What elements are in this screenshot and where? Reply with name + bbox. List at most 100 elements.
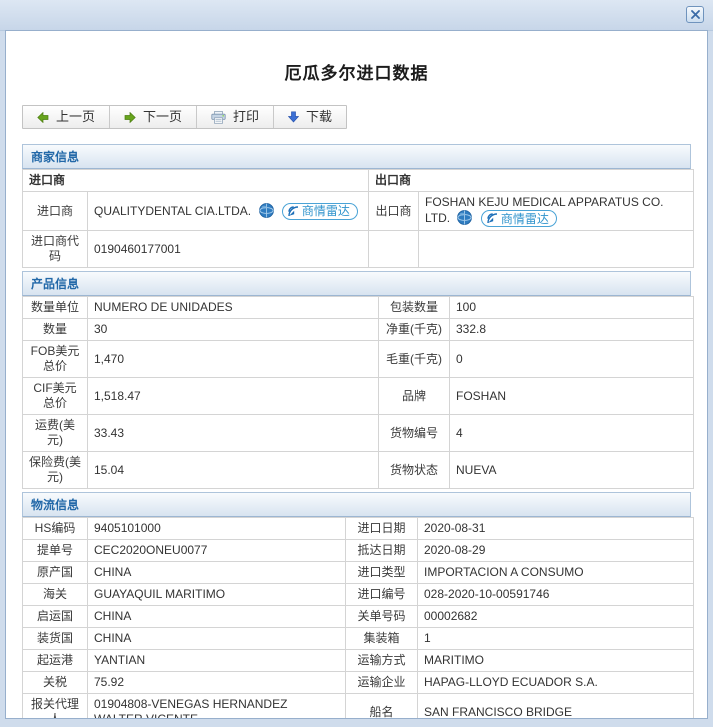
field-label: 原产国 bbox=[22, 561, 88, 585]
close-button[interactable] bbox=[686, 6, 704, 23]
section-table-logistics: HS编码 9405101000 进口日期 2020-08-31 提单号 CEC2020ON… bbox=[22, 517, 694, 718]
field-label: 进口类型 bbox=[345, 561, 418, 585]
field-label: 关单号码 bbox=[345, 605, 418, 629]
field-text: 2020-08-29 bbox=[424, 543, 486, 558]
sections: 商家信息 进口商 出口商 进口商 QUALITYDENTAL CIA.LTDA. 商情雷… bbox=[21, 144, 695, 718]
field-label: 出口商 bbox=[368, 190, 420, 232]
field-text: 30 bbox=[94, 322, 108, 337]
field-text: 2020-08-31 bbox=[424, 521, 486, 536]
radar-badge[interactable]: 商情雷达 bbox=[480, 210, 557, 228]
field-label: FOB美元总价 bbox=[22, 340, 88, 379]
field-text: 00002682 bbox=[424, 609, 478, 624]
field-value: MARITIMO bbox=[417, 649, 694, 673]
field-value: 332.8 bbox=[449, 318, 694, 342]
section-header-merchant: 商家信息 bbox=[22, 144, 691, 169]
field-text: NUMERO DE UNIDADES bbox=[94, 300, 233, 315]
column-subheader: 进口商 bbox=[21, 169, 370, 192]
field-text: 028-2020-10-00591746 bbox=[424, 587, 550, 602]
arrow-down-icon bbox=[288, 111, 300, 123]
field-value: 75.92 bbox=[87, 671, 346, 695]
field-text: 01904808-VENEGAS HERNANDEZ WALTER VICENT… bbox=[94, 697, 288, 718]
printer-icon bbox=[211, 110, 226, 124]
print-button[interactable]: 打印 bbox=[197, 106, 275, 128]
field-text: MARITIMO bbox=[424, 653, 484, 668]
field-label: 净重(千克) bbox=[378, 318, 450, 342]
table-row: HS编码 9405101000 进口日期 2020-08-31 bbox=[22, 517, 694, 541]
field-label: CIF美元总价 bbox=[22, 377, 88, 416]
field-value: IMPORTACION A CONSUMO bbox=[417, 561, 694, 585]
field-value: CHINA bbox=[87, 605, 346, 629]
radar-badge[interactable]: 商情雷达 bbox=[281, 202, 358, 220]
prev-page-button[interactable]: 上一页 bbox=[23, 106, 111, 128]
field-label: 运费(美元) bbox=[22, 414, 88, 453]
field-value: HAPAG-LLOYD ECUADOR S.A. bbox=[417, 671, 694, 695]
field-label: 运输方式 bbox=[345, 649, 418, 673]
field-text: 1,470 bbox=[94, 351, 125, 366]
table-row: 原产国 CHINA 进口类型 IMPORTACION A CONSUMO bbox=[22, 561, 694, 585]
field-value: SAN FRANCISCO BRIDGE bbox=[417, 693, 694, 718]
table-row: 进口商代码 0190460177001 bbox=[22, 230, 695, 269]
field-text: 0190460177001 bbox=[94, 241, 181, 256]
radar-badge-label: 商情雷达 bbox=[301, 204, 350, 219]
dialog-titlebar bbox=[0, 0, 713, 31]
field-label: HS编码 bbox=[22, 517, 88, 541]
field-label: 品牌 bbox=[378, 377, 450, 416]
table-row: 数量单位 NUMERO DE UNIDADES 包装数量 100 bbox=[22, 296, 694, 320]
table-row: FOB美元总价 1,470 毛重(千克) 0 bbox=[22, 340, 694, 379]
field-label: 集装箱 bbox=[345, 627, 418, 651]
field-value: 9405101000 bbox=[87, 517, 346, 541]
globe-icon[interactable] bbox=[457, 210, 473, 225]
table-row: 数量 30 净重(千克) 332.8 bbox=[22, 318, 694, 342]
page-title: 厄瓜多尔进口数据 bbox=[284, 64, 429, 83]
table-row: 进口商 QUALITYDENTAL CIA.LTDA. 商情雷达 出口商 FOSHA… bbox=[22, 190, 695, 232]
table-row: CIF美元总价 1,518.47 品牌 FOSHAN bbox=[22, 377, 694, 416]
field-value: 028-2020-10-00591746 bbox=[417, 583, 694, 607]
field-value: 1,470 bbox=[87, 340, 379, 379]
dialog-panel: 厄瓜多尔进口数据 上一页 下一页 打印 下载 商家信息 进口商 出口商 进口商 … bbox=[5, 30, 708, 719]
globe-icon[interactable] bbox=[258, 202, 274, 218]
field-value: 0 bbox=[449, 340, 694, 379]
field-value: FOSHAN bbox=[449, 377, 694, 416]
field-text: FOSHAN bbox=[456, 388, 507, 403]
next-page-button[interactable]: 下一页 bbox=[110, 106, 198, 128]
field-label: 起运港 bbox=[22, 649, 88, 673]
table-row: 关税 75.92 运输企业 HAPAG-LLOYD ECUADOR S.A. bbox=[22, 671, 694, 695]
table-row: 起运港 YANTIAN 运输方式 MARITIMO bbox=[22, 649, 694, 673]
field-value: YANTIAN bbox=[87, 649, 346, 673]
download-button[interactable]: 下载 bbox=[274, 106, 346, 128]
section-table-product: 数量单位 NUMERO DE UNIDADES 包装数量 100 数量 30 净重(千克) 3… bbox=[22, 296, 694, 490]
field-label: 海关 bbox=[22, 583, 88, 607]
field-value: 30 bbox=[87, 318, 379, 342]
field-text: HAPAG-LLOYD ECUADOR S.A. bbox=[424, 675, 598, 690]
field-value: 2020-08-31 bbox=[417, 517, 694, 541]
field-value: NUMERO DE UNIDADES bbox=[87, 296, 379, 320]
field-value: 4 bbox=[449, 414, 694, 453]
section-header-logistics: 物流信息 bbox=[22, 492, 691, 518]
field-label: 提单号 bbox=[22, 539, 88, 563]
arrow-right-icon bbox=[124, 111, 136, 123]
table-row: 运费(美元) 33.43 货物编号 4 bbox=[22, 414, 694, 453]
field-value: 1,518.47 bbox=[87, 377, 379, 416]
field-value: 1 bbox=[417, 627, 694, 651]
field-value: GUAYAQUIL MARITIMO bbox=[87, 583, 346, 607]
field-text: 0 bbox=[456, 351, 463, 366]
toolbar: 上一页 下一页 打印 下载 bbox=[22, 105, 348, 129]
field-text: 9405101000 bbox=[94, 521, 161, 536]
field-label: 数量 bbox=[22, 318, 88, 342]
table-row: 保险费(美元) 15.04 货物状态 NUEVA bbox=[22, 451, 694, 490]
field-label: 抵达日期 bbox=[345, 539, 418, 563]
table-row: 海关 GUAYAQUIL MARITIMO 进口编号 028-2020-10-0059… bbox=[22, 583, 694, 607]
field-label: 包装数量 bbox=[378, 296, 450, 320]
section-table-merchant: 进口商 出口商 进口商 QUALITYDENTAL CIA.LTDA. 商情雷达 出口… bbox=[21, 169, 695, 269]
field-text: CHINA bbox=[94, 565, 132, 580]
field-text: 15.04 bbox=[94, 462, 125, 477]
field-text: NUEVA bbox=[456, 462, 497, 477]
table-row: 进口商 出口商 bbox=[21, 169, 695, 192]
print-label: 打印 bbox=[233, 109, 260, 124]
field-value: QUALITYDENTAL CIA.LTDA. 商情雷达 bbox=[86, 190, 370, 232]
download-label: 下载 bbox=[306, 109, 333, 124]
field-label: 进口商 bbox=[22, 190, 88, 232]
radar-badge-label: 商情雷达 bbox=[500, 211, 549, 226]
field-text: CHINA bbox=[94, 609, 132, 624]
field-text: CHINA bbox=[94, 631, 132, 646]
